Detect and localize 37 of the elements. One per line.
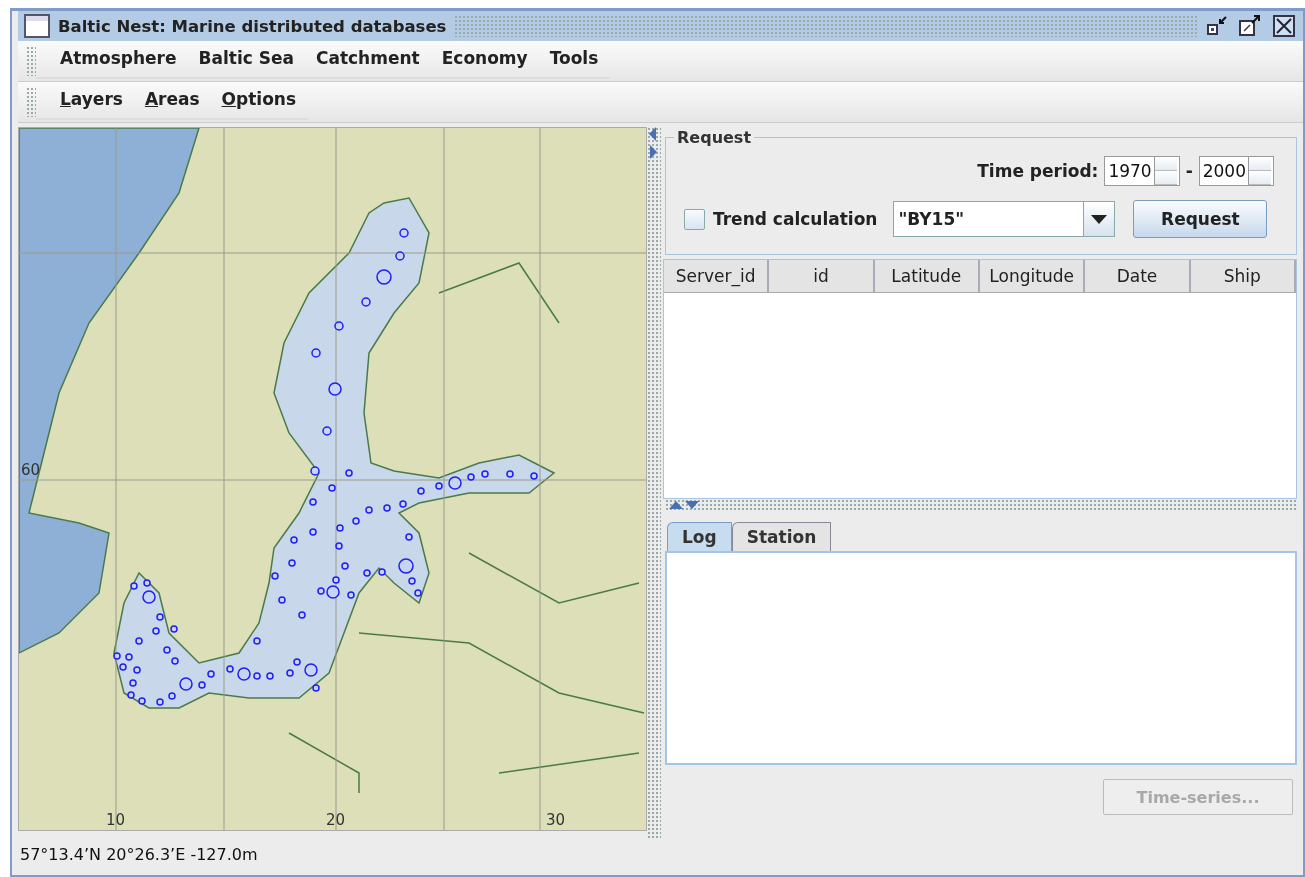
latitude-label: 60	[21, 461, 41, 479]
maximize-icon[interactable]	[1237, 14, 1263, 38]
menu-item[interactable]: Layers	[60, 89, 123, 109]
station-markers[interactable]	[113, 228, 538, 706]
menu-item[interactable]: Catchment	[315, 48, 420, 68]
trend-calculation-label: Trend calculation	[713, 209, 878, 229]
menu-item[interactable]: Tools	[549, 48, 599, 68]
request-button[interactable]: Request	[1133, 200, 1268, 238]
tab[interactable]: Station	[731, 522, 832, 551]
status-bar-coordinates: 57°13.4’N 20°26.3’E -127.0m	[19, 843, 259, 866]
close-icon[interactable]	[1271, 14, 1297, 38]
menu-item[interactable]: Economy	[441, 48, 528, 68]
menu-item[interactable]: Atmosphere	[60, 48, 177, 68]
station-dropdown[interactable]: "BY15"	[893, 201, 1116, 237]
expand-right-icon[interactable]	[649, 145, 657, 159]
trend-checkbox[interactable]	[684, 208, 705, 230]
tab[interactable]: Log	[667, 522, 732, 551]
year-from-spinner[interactable]: 1970	[1104, 156, 1180, 186]
window-title: Baltic Nest: Marine distributed databases	[58, 16, 447, 36]
caret-icon	[1091, 214, 1108, 224]
request-group-title: Request	[674, 128, 755, 147]
time-period-label: Time period:	[977, 161, 1099, 181]
collapse-left-icon[interactable]	[649, 127, 657, 141]
longitude-label: 30	[546, 811, 566, 829]
window-icon	[24, 14, 50, 38]
menu-item[interactable]: Areas	[144, 89, 200, 109]
expand-down-icon[interactable]	[685, 501, 699, 509]
toolbar-grip[interactable]	[26, 87, 36, 117]
minimize-icon[interactable]	[1205, 14, 1229, 38]
longitude-label: 10	[106, 811, 126, 829]
menu-item[interactable]: Baltic Sea	[198, 48, 294, 68]
collapse-up-icon[interactable]	[669, 501, 683, 509]
dash-separator: -	[1185, 161, 1193, 181]
longitude-label: 20	[326, 811, 346, 829]
year-to-spinner[interactable]: 2000	[1198, 156, 1274, 186]
menu-item[interactable]: Options	[221, 89, 297, 109]
toolbar-grip[interactable]	[26, 46, 36, 76]
